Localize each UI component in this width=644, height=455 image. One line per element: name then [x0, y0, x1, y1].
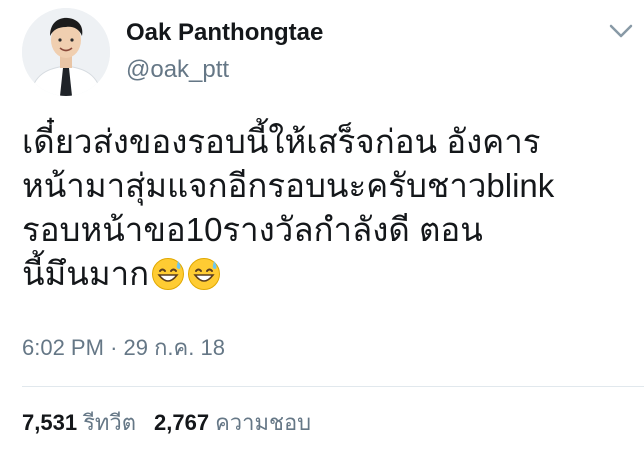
likes-count: 2,767	[154, 410, 210, 435]
tweet-date: 29 ก.ค. 18	[123, 335, 225, 360]
tweet-card: Oak Panthongtae @oak_ptt เดี๋ยวส่งของรอบ…	[0, 0, 644, 455]
likes-stat[interactable]: 2,767 ความชอบ	[154, 410, 311, 435]
grinning-face-with-sweat-icon	[152, 258, 185, 290]
chevron-down-icon[interactable]	[604, 16, 638, 46]
author-name[interactable]: Oak Panthongtae	[126, 18, 323, 48]
divider	[22, 386, 644, 387]
avatar-image	[22, 8, 110, 96]
author-info: Oak Panthongtae @oak_ptt	[126, 18, 323, 86]
tweet-text-line-last: นี้มึนมาก	[22, 252, 632, 296]
tweet-text: เดี๋ยวส่งของรอบนี้ให้เสร็จก่อน อังคาร หน…	[22, 120, 632, 296]
likes-label: ความชอบ	[215, 410, 312, 435]
retweets-stat[interactable]: 7,531 รีทวีต	[22, 410, 136, 435]
tweet-text-line: รอบหน้าขอ10รางวัลกำลังดี ตอน	[22, 211, 483, 248]
meta-separator: ·	[110, 335, 118, 360]
tweet-stats: 7,531 รีทวีต 2,767 ความชอบ	[22, 409, 311, 437]
avatar[interactable]	[22, 8, 110, 96]
tweet-time: 6:02 PM	[22, 335, 104, 360]
tweet-text-line: นี้มึนมาก	[22, 255, 150, 292]
tweet-text-line: เดี๋ยวส่งของรอบนี้ให้เสร็จก่อน อังคาร	[22, 123, 541, 160]
grinning-face-with-sweat-icon	[188, 258, 221, 290]
retweets-label: รีทวีต	[83, 410, 137, 435]
tweet-timestamp[interactable]: 6:02 PM · 29 ก.ค. 18	[22, 334, 225, 362]
tweet-text-line: หน้ามาสุ่มแจกอีกรอบนะครับชาวblink	[22, 167, 555, 204]
author-handle[interactable]: @oak_ptt	[126, 54, 323, 86]
retweets-count: 7,531	[22, 410, 78, 435]
